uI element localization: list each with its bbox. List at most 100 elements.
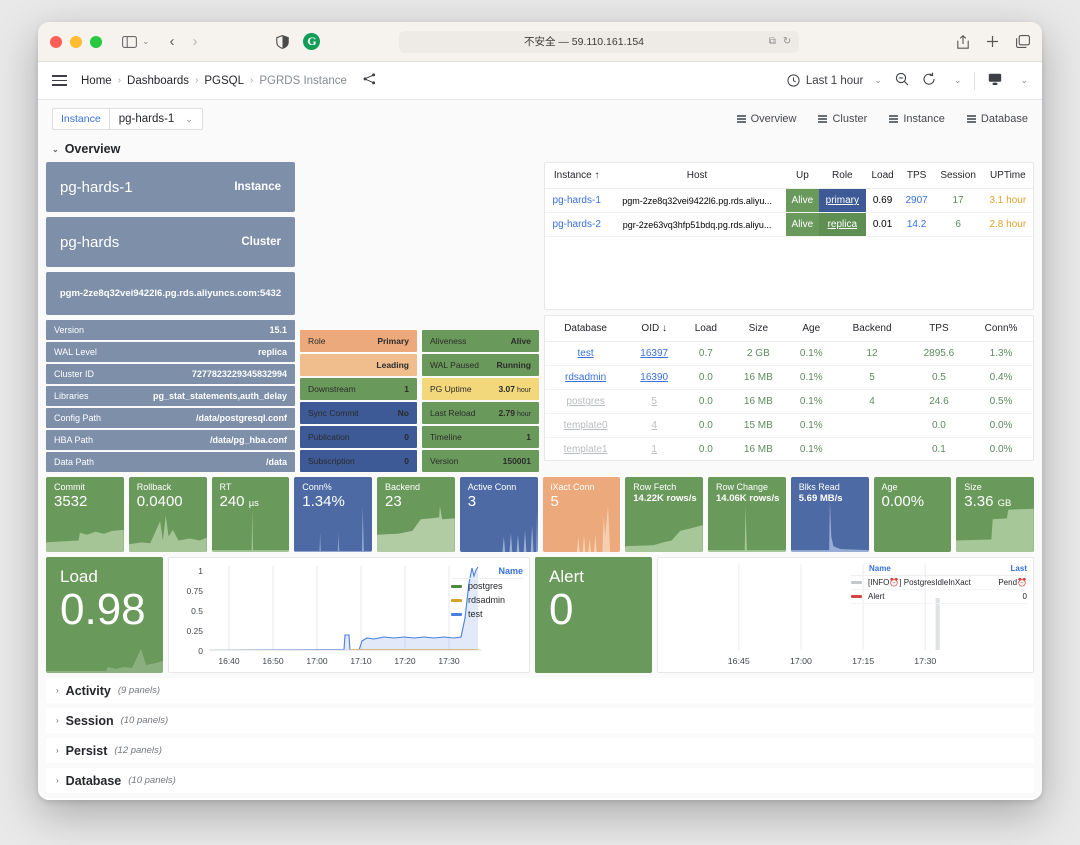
cell-age: 0.1%	[787, 390, 835, 414]
collapsed-row[interactable]: › Database (10 panels)	[46, 768, 1034, 793]
legend-label: test	[468, 609, 483, 619]
legend-item[interactable]: rdsadmin	[451, 593, 523, 607]
reload-page-icon[interactable]: ↻	[783, 36, 791, 47]
table-row: template0 4 0.0 15 MB 0.1% 0.0 0.0%	[545, 414, 1033, 438]
cell-tps: 24.6	[909, 390, 969, 414]
back-icon[interactable]: ‹	[170, 33, 175, 50]
column-header[interactable]: Session	[934, 163, 983, 189]
column-header[interactable]: TPS	[900, 163, 934, 189]
column-header[interactable]: Instance ↑	[545, 163, 608, 189]
dashlink-database[interactable]: Database	[967, 113, 1028, 125]
collapsed-row-count: (10 panels)	[128, 775, 176, 786]
breadcrumb-home[interactable]: Home	[81, 75, 112, 87]
legend-item[interactable]: postgres	[451, 579, 523, 593]
dashlink-overview-label: Overview	[751, 113, 797, 125]
refresh-interval-chevron-icon[interactable]: ⌄	[954, 75, 962, 86]
browser-toolbar-actions	[957, 35, 1030, 49]
column-header[interactable]: Up	[786, 163, 819, 189]
kiosk-mode-icon[interactable]	[988, 73, 1002, 89]
privacy-shield-icon[interactable]	[276, 35, 289, 49]
cell-role[interactable]: replica	[819, 213, 866, 237]
row-header-label: Overview	[65, 142, 121, 156]
window-traffic-lights[interactable]	[50, 36, 102, 48]
column-header[interactable]: Database	[545, 316, 626, 342]
breadcrumb-pgsql[interactable]: PGSQL	[204, 75, 244, 87]
chevron-down-icon: ⌄	[185, 114, 193, 125]
breadcrumb-dashboards[interactable]: Dashboards	[127, 75, 189, 87]
column-header[interactable]: Role	[819, 163, 866, 189]
forward-icon[interactable]: ›	[193, 33, 198, 50]
cell-oid[interactable]: 16390	[626, 366, 682, 390]
status-tile-key: Version	[430, 456, 458, 466]
refresh-dashboard-icon[interactable]	[922, 72, 936, 89]
column-header[interactable]: UPTime	[983, 163, 1033, 189]
cell-instance[interactable]: pg-hards-1	[545, 189, 608, 213]
cell-database[interactable]: template1	[545, 438, 626, 462]
address-bar[interactable]: 不安全 — 59.110.161.154 ⧉ ↻	[399, 31, 799, 53]
zoom-window-button[interactable]	[90, 36, 102, 48]
collapsed-row[interactable]: › Activity (9 panels)	[46, 678, 1034, 703]
column-header[interactable]: Load	[866, 163, 900, 189]
collapsed-row-name: Session	[66, 714, 114, 728]
info-row-key: WAL Level	[54, 347, 97, 357]
collapsed-row[interactable]: › Session (10 panels)	[46, 708, 1034, 733]
legend-item[interactable]: Alert 0	[851, 590, 1027, 604]
collapsed-row-name: Database	[66, 774, 122, 788]
grammarly-extension-icon[interactable]: G	[303, 33, 320, 50]
dashlink-instance[interactable]: Instance	[889, 113, 945, 125]
column-header[interactable]: Load	[682, 316, 729, 342]
legend-item[interactable]: test	[451, 607, 523, 621]
time-range-picker[interactable]: Last 1 hour ⌄	[787, 74, 882, 87]
column-header[interactable]: Conn%	[969, 316, 1033, 342]
menu-hamburger-icon[interactable]	[52, 75, 67, 86]
table-row: test 16397 0.7 2 GB 0.1% 12 2895.6 1.3%	[545, 342, 1033, 366]
cell-database[interactable]: template0	[545, 414, 626, 438]
share-dashboard-icon[interactable]	[363, 73, 376, 88]
share-page-icon[interactable]	[957, 35, 969, 49]
tab-overview-icon[interactable]	[1016, 35, 1030, 48]
instance-variable-select[interactable]: pg-hards-1 ⌄	[109, 108, 203, 130]
cell-tps: 0.5	[909, 366, 969, 390]
sidebar-toggle-icon[interactable]	[122, 36, 137, 48]
sidebar-chevron-down-icon[interactable]: ⌄	[142, 36, 150, 47]
collapsed-row[interactable]: › Table & Query (4 panels)	[46, 798, 1034, 800]
cell-oid[interactable]: 1	[626, 438, 682, 462]
cell-instance[interactable]: pg-hards-2	[545, 213, 608, 237]
collapsed-row[interactable]: › Persist (12 panels)	[46, 738, 1034, 763]
extensions-icon[interactable]: ⧉	[769, 36, 776, 47]
column-header[interactable]: OID ↓	[626, 316, 682, 342]
column-header[interactable]: Host	[608, 163, 785, 189]
status-tile: Subscription 0	[300, 450, 417, 472]
cell-oid[interactable]: 16397	[626, 342, 682, 366]
zoom-out-time-icon[interactable]	[895, 72, 909, 89]
status-tile-value: 1	[526, 432, 531, 442]
table-row: pg-hards-2 pgr-2ze63vq3hfp51bdq.pg.rds.a…	[545, 213, 1033, 237]
x-tick-1: 17:00	[790, 656, 812, 666]
dashlink-cluster[interactable]: Cluster	[818, 113, 867, 125]
instance-info-list: Version 15.1 WAL Level replica Cluster I…	[46, 320, 295, 472]
legend-last-header: Last	[985, 564, 1027, 573]
close-window-button[interactable]	[50, 36, 62, 48]
cell-oid[interactable]: 5	[626, 390, 682, 414]
view-mode-chevron-icon[interactable]: ⌄	[1020, 75, 1028, 86]
minimize-window-button[interactable]	[70, 36, 82, 48]
chevron-down-icon: ⌄	[874, 75, 882, 86]
new-tab-icon[interactable]	[986, 35, 999, 48]
stat-panel-label: Row Fetch	[633, 482, 676, 492]
cell-oid[interactable]: 4	[626, 414, 682, 438]
cell-database[interactable]: postgres	[545, 390, 626, 414]
column-header[interactable]: TPS	[909, 316, 969, 342]
cell-role[interactable]: primary	[819, 189, 866, 213]
alert-stat-value: 0	[549, 587, 652, 633]
tables-column: Instance ↑HostUpRoleLoadTPSSessionUPTime…	[544, 162, 1034, 472]
row-header-overview[interactable]: ⌄ Overview	[46, 138, 1034, 162]
browser-nav-arrows[interactable]: ‹ ›	[170, 33, 198, 50]
cell-database[interactable]: rdsadmin	[545, 366, 626, 390]
x-tick-4: 17:20	[394, 656, 416, 666]
cell-database[interactable]: test	[545, 342, 626, 366]
column-header[interactable]: Age	[787, 316, 835, 342]
column-header[interactable]: Backend	[835, 316, 908, 342]
dashlink-overview[interactable]: Overview	[737, 113, 797, 125]
legend-item[interactable]: [INFO⏰] PostgresIdleInXact Pend⏰	[851, 576, 1027, 590]
column-header[interactable]: Size	[730, 316, 788, 342]
